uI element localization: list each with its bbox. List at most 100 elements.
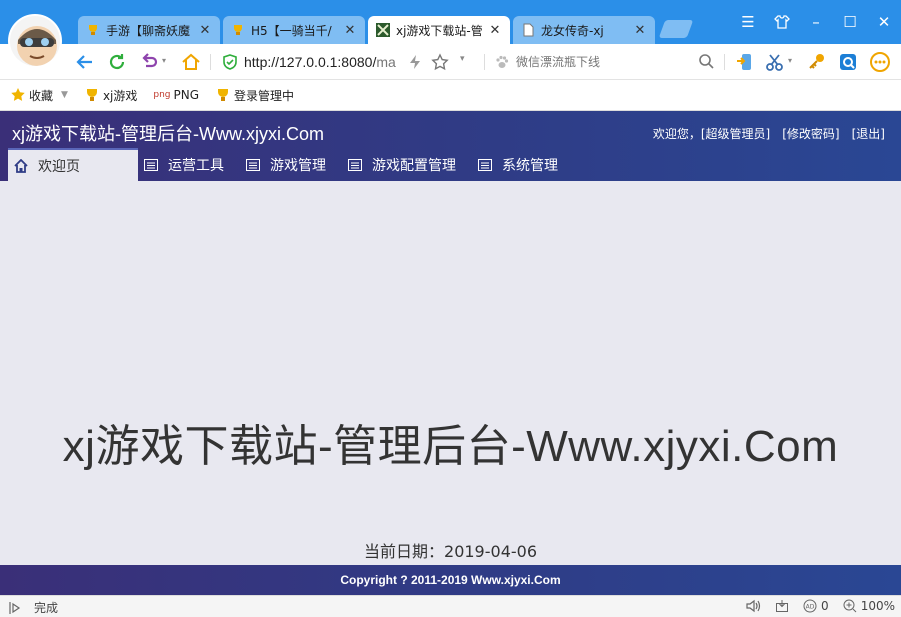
tab-label: 游戏配置管理	[372, 157, 456, 174]
address-toolbar: ▾ http://127.0.0.1:8080/ma ▾ ▾	[0, 44, 901, 80]
copyright-footer: Copyright ? 2011-2019 Www.xjyxi.Com	[0, 565, 901, 595]
search-input[interactable]	[516, 55, 686, 69]
close-window-icon[interactable]: ✕	[872, 10, 896, 34]
chevron-down-icon[interactable]: ▼	[61, 90, 68, 100]
zoom-control[interactable]: 100%	[843, 599, 895, 613]
address-bar[interactable]: http://127.0.0.1:8080/ma ▾	[216, 50, 478, 74]
list-icon	[348, 158, 362, 171]
tab-title: 龙女传奇-xj	[541, 23, 604, 38]
welcome-content: xj游戏下载站-管理后台-Www.xjyxi.Com 当前日期：2019-04-…	[0, 181, 901, 565]
bookmark-png[interactable]: png PNG	[153, 88, 199, 102]
tab-title: H5【一骑当千/	[251, 23, 332, 38]
bookmarks-bar: 收藏 ▼ xj游戏 png PNG 登录管理中	[0, 80, 901, 111]
skin-icon[interactable]	[770, 10, 794, 34]
user-avatar[interactable]	[8, 14, 62, 68]
lightning-icon[interactable]	[408, 54, 422, 70]
browser-status-bar: 完成 AD 0 100%	[0, 595, 901, 617]
undo-dropdown-icon[interactable]: ▾	[162, 56, 166, 65]
more-options-icon[interactable]	[869, 51, 891, 73]
tab-3-active[interactable]: xj游戏下载站-管 ✕	[368, 16, 510, 44]
tab-system-management[interactable]: 系统管理	[472, 148, 574, 181]
speaker-icon[interactable]	[745, 599, 761, 613]
trophy-icon	[89, 25, 97, 35]
star-bookmark-icon[interactable]	[431, 53, 449, 71]
bookmark-label: xj游戏	[102, 88, 138, 103]
main-nav: 欢迎页 运营工具 游戏管理 游戏配置管理 系统管理	[0, 147, 901, 181]
phone-sync-icon[interactable]	[734, 51, 756, 73]
date-value: 2019-04-06	[444, 542, 537, 561]
bookmark-label: 收藏	[29, 88, 54, 103]
bookmark-login-admin[interactable]: 登录管理中	[215, 87, 294, 104]
url-main: http://127.0.0.1:8080/	[244, 54, 377, 70]
zoom-level: 100%	[860, 599, 895, 613]
toolbar-divider	[210, 54, 211, 70]
svg-text:AD: AD	[806, 604, 815, 611]
welcome-heading: xj游戏下载站-管理后台-Www.xjyxi.Com	[62, 422, 839, 471]
bookmark-xj-game[interactable]: xj游戏	[84, 87, 137, 104]
new-tab-button[interactable]	[658, 20, 694, 38]
toolbar-divider	[484, 54, 485, 70]
close-icon[interactable]: ✕	[343, 23, 357, 38]
browser-tab-strip: 手游【聊斋妖魔 ✕ H5【一骑当千/ ✕ xj游戏下载站-管 ✕ 龙女传奇-xj…	[0, 0, 901, 68]
tab-game-config-management[interactable]: 游戏配置管理	[342, 148, 472, 181]
close-icon[interactable]: ✕	[488, 23, 502, 38]
tab-label: 游戏管理	[270, 157, 326, 174]
status-text: 完成	[34, 601, 59, 615]
tab-game-management[interactable]: 游戏管理	[240, 148, 342, 181]
maximize-icon[interactable]: ☐	[838, 10, 862, 34]
scissors-icon[interactable]	[764, 51, 786, 73]
tab-welcome[interactable]: 欢迎页	[8, 148, 138, 181]
minimize-icon[interactable]: –	[804, 10, 828, 34]
page-icon	[523, 23, 534, 37]
list-icon	[478, 158, 492, 171]
close-icon[interactable]: ✕	[633, 23, 647, 38]
download-manager-icon[interactable]	[775, 599, 789, 613]
list-icon	[246, 158, 260, 171]
ad-block-counter[interactable]: AD 0	[803, 599, 829, 613]
menu-icon[interactable]: ☰	[736, 10, 760, 34]
toolbar-divider	[724, 54, 725, 70]
refresh-icon[interactable]	[106, 51, 128, 73]
tab-1[interactable]: 手游【聊斋妖魔 ✕	[78, 16, 220, 44]
trophy-icon	[86, 89, 97, 101]
star-icon	[11, 88, 25, 101]
shield-icon	[223, 54, 237, 70]
address-dropdown-icon[interactable]: ▾	[460, 54, 465, 64]
tab-2[interactable]: H5【一骑当千/ ✕	[223, 16, 365, 44]
url-rest: ma	[376, 54, 396, 70]
close-icon[interactable]: ✕	[198, 23, 212, 38]
site-favicon-icon	[376, 23, 390, 37]
search-box[interactable]	[494, 50, 716, 74]
list-icon	[144, 158, 158, 171]
qr-scan-icon[interactable]	[837, 51, 859, 73]
app-title: xj游戏下载站-管理后台-Www.xjyxi.Com	[12, 124, 324, 144]
search-icon[interactable]	[698, 53, 714, 69]
bookmark-favorites[interactable]: 收藏 ▼	[10, 87, 68, 104]
logout-link[interactable]: [退出]	[852, 125, 885, 142]
date-label: 当前日期：	[364, 542, 445, 561]
scissors-dropdown-icon[interactable]: ▾	[788, 56, 792, 65]
key-icon[interactable]	[806, 51, 828, 73]
undo-icon[interactable]	[138, 51, 160, 73]
png-icon: png	[153, 90, 171, 100]
welcome-user-text: 欢迎您，[超级管理员]	[652, 127, 771, 141]
back-icon[interactable]	[74, 51, 96, 73]
current-date: 当前日期：2019-04-06	[0, 538, 901, 562]
change-password-link[interactable]: [修改密码]	[782, 125, 839, 142]
tab-title: xj游戏下载站-管	[396, 23, 483, 38]
trophy-icon	[218, 89, 229, 101]
tab-4[interactable]: 龙女传奇-xj ✕	[513, 16, 655, 44]
home-page-icon[interactable]	[180, 51, 202, 73]
user-links: 欢迎您，[超级管理员] [修改密码] [退出]	[653, 125, 885, 142]
ad-block-icon: AD	[803, 599, 817, 613]
bookmark-label: PNG	[173, 88, 200, 102]
tab-title: 手游【聊斋妖魔	[106, 23, 191, 38]
sidebar-toggle-icon[interactable]	[8, 601, 22, 615]
trophy-icon	[234, 25, 242, 35]
paw-icon	[496, 55, 509, 68]
app-header: xj游戏下载站-管理后台-Www.xjyxi.Com 欢迎您，[超级管理员] […	[0, 111, 901, 181]
tab-label: 运营工具	[168, 157, 224, 174]
tab-operation-tools[interactable]: 运营工具	[138, 148, 240, 181]
ad-count: 0	[821, 599, 829, 613]
url-text[interactable]: http://127.0.0.1:8080/ma	[244, 54, 414, 70]
